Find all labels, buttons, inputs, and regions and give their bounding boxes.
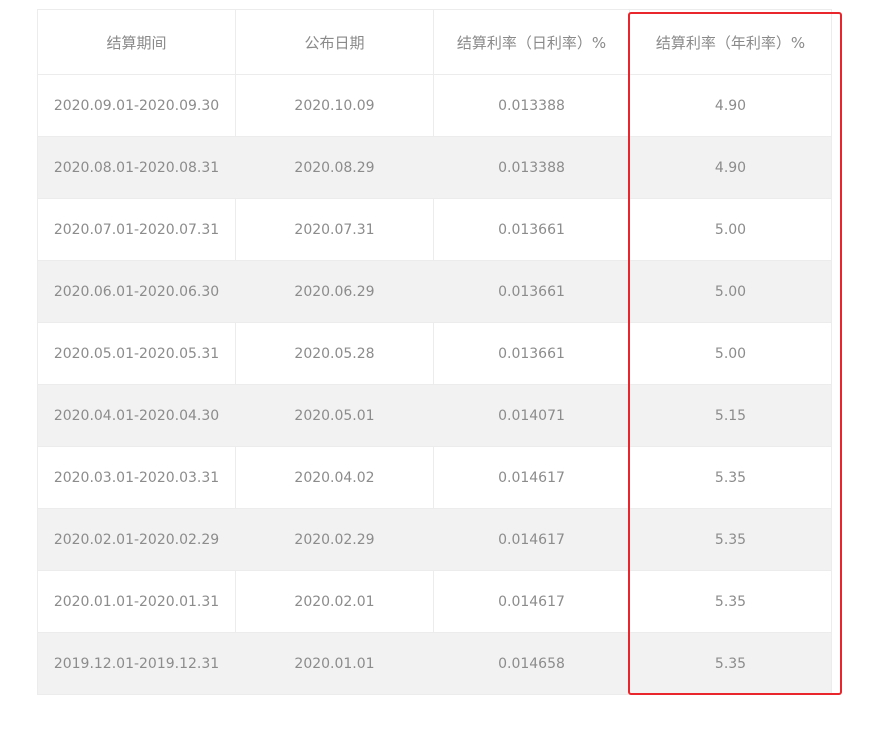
cell-settlement-period: 2020.08.01-2020.08.31 bbox=[37, 136, 236, 199]
table-row: 2020.05.01-2020.05.31 2020.05.28 0.013661 5… bbox=[37, 322, 832, 385]
cell-publish-date: 2020.01.01 bbox=[235, 632, 434, 695]
cell-annual-rate: 5.00 bbox=[629, 322, 832, 385]
table-header-row: 结算期间 公布日期 结算利率（日利率）% 结算利率（年利率）% bbox=[37, 9, 832, 75]
cell-daily-rate: 0.014617 bbox=[433, 508, 630, 571]
header-daily-rate: 结算利率（日利率）% bbox=[433, 9, 630, 75]
cell-settlement-period: 2020.09.01-2020.09.30 bbox=[37, 74, 236, 137]
table-row: 2020.01.01-2020.01.31 2020.02.01 0.014617 5… bbox=[37, 570, 832, 633]
cell-daily-rate: 0.013661 bbox=[433, 322, 630, 385]
table-body: 2020.09.01-2020.09.30 2020.10.09 0.013388 4… bbox=[37, 74, 832, 695]
settlement-rate-table: 结算期间 公布日期 结算利率（日利率）% 结算利率（年利率）% 2020.09.… bbox=[37, 9, 832, 695]
cell-settlement-period: 2020.06.01-2020.06.30 bbox=[37, 260, 236, 323]
header-settlement-period: 结算期间 bbox=[37, 9, 236, 75]
table-row: 2020.03.01-2020.03.31 2020.04.02 0.014617 5… bbox=[37, 446, 832, 509]
cell-settlement-period: 2020.01.01-2020.01.31 bbox=[37, 570, 236, 633]
cell-daily-rate: 0.014658 bbox=[433, 632, 630, 695]
cell-annual-rate: 4.90 bbox=[629, 136, 832, 199]
cell-settlement-period: 2019.12.01-2019.12.31 bbox=[37, 632, 236, 695]
table-header: 结算期间 公布日期 结算利率（日利率）% 结算利率（年利率）% bbox=[37, 9, 832, 75]
table-row: 2020.04.01-2020.04.30 2020.05.01 0.014071 5… bbox=[37, 384, 832, 447]
cell-daily-rate: 0.013388 bbox=[433, 74, 630, 137]
cell-annual-rate: 5.35 bbox=[629, 632, 832, 695]
cell-settlement-period: 2020.02.01-2020.02.29 bbox=[37, 508, 236, 571]
cell-daily-rate: 0.014617 bbox=[433, 570, 630, 633]
cell-annual-rate: 5.00 bbox=[629, 198, 832, 261]
cell-settlement-period: 2020.04.01-2020.04.30 bbox=[37, 384, 236, 447]
cell-daily-rate: 0.014617 bbox=[433, 446, 630, 509]
header-publish-date: 公布日期 bbox=[235, 9, 434, 75]
header-annual-rate: 结算利率（年利率）% bbox=[629, 9, 832, 75]
cell-settlement-period: 2020.07.01-2020.07.31 bbox=[37, 198, 236, 261]
table-row: 2020.08.01-2020.08.31 2020.08.29 0.013388 4… bbox=[37, 136, 832, 199]
cell-publish-date: 2020.08.29 bbox=[235, 136, 434, 199]
cell-publish-date: 2020.05.28 bbox=[235, 322, 434, 385]
cell-annual-rate: 5.35 bbox=[629, 446, 832, 509]
cell-settlement-period: 2020.05.01-2020.05.31 bbox=[37, 322, 236, 385]
cell-annual-rate: 4.90 bbox=[629, 74, 832, 137]
cell-publish-date: 2020.05.01 bbox=[235, 384, 434, 447]
table-row: 2020.07.01-2020.07.31 2020.07.31 0.013661 5… bbox=[37, 198, 832, 261]
cell-daily-rate: 0.014071 bbox=[433, 384, 630, 447]
cell-publish-date: 2020.10.09 bbox=[235, 74, 434, 137]
cell-annual-rate: 5.35 bbox=[629, 570, 832, 633]
table-row: 2020.02.01-2020.02.29 2020.02.29 0.014617 5… bbox=[37, 508, 832, 571]
table-row: 2019.12.01-2019.12.31 2020.01.01 0.014658 5… bbox=[37, 632, 832, 695]
cell-annual-rate: 5.00 bbox=[629, 260, 832, 323]
cell-daily-rate: 0.013661 bbox=[433, 260, 630, 323]
cell-daily-rate: 0.013661 bbox=[433, 198, 630, 261]
table-row: 2020.09.01-2020.09.30 2020.10.09 0.013388 4… bbox=[37, 74, 832, 137]
cell-publish-date: 2020.04.02 bbox=[235, 446, 434, 509]
cell-publish-date: 2020.07.31 bbox=[235, 198, 434, 261]
table-row: 2020.06.01-2020.06.30 2020.06.29 0.013661 5… bbox=[37, 260, 832, 323]
cell-annual-rate: 5.15 bbox=[629, 384, 832, 447]
cell-settlement-period: 2020.03.01-2020.03.31 bbox=[37, 446, 236, 509]
cell-daily-rate: 0.013388 bbox=[433, 136, 630, 199]
cell-publish-date: 2020.02.01 bbox=[235, 570, 434, 633]
cell-publish-date: 2020.02.29 bbox=[235, 508, 434, 571]
cell-publish-date: 2020.06.29 bbox=[235, 260, 434, 323]
cell-annual-rate: 5.35 bbox=[629, 508, 832, 571]
